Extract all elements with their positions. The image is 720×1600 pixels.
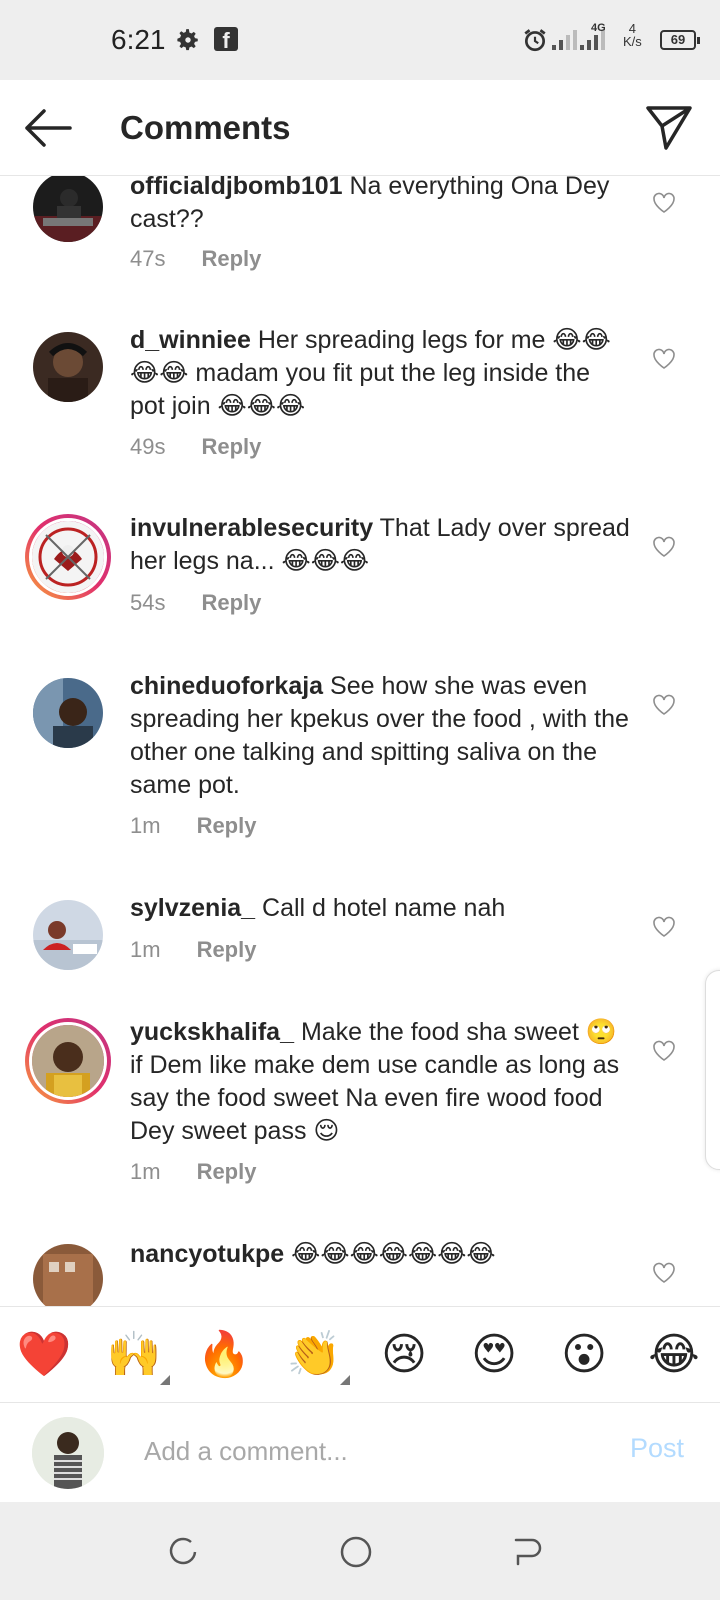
avatar-story-ring[interactable] [25, 1018, 111, 1104]
emoji-tears-of-joy[interactable]: 😂 [646, 1327, 702, 1383]
network-type: 4G [591, 22, 606, 34]
emoji-heart-eyes[interactable]: 😍 [466, 1327, 522, 1383]
comment-text: nancyotukpe 😂😂😂😂😂😂😂 [130, 1238, 630, 1271]
avatar-story-ring[interactable] [25, 514, 111, 600]
reply-button[interactable]: Reply [201, 434, 261, 460]
emoji-glyph: 🙌 [106, 1330, 162, 1379]
back-arrow-icon[interactable] [22, 106, 72, 150]
comment-input[interactable] [144, 1427, 594, 1475]
comment-meta: 47s Reply [130, 246, 261, 272]
send-direct-icon[interactable] [644, 102, 694, 152]
emoji-glyph: 👏 [286, 1330, 342, 1379]
comment-username[interactable]: chineduoforkaja [130, 672, 323, 700]
comment-time: 49s [130, 434, 166, 459]
comment-text: invulnerablesecurity That Lady over spre… [130, 512, 630, 578]
signal-strength-icon [552, 30, 577, 50]
avatar[interactable] [33, 1244, 103, 1306]
comment-meta: 49s Reply [130, 434, 261, 460]
emoji-raising-hands[interactable]: 🙌 [106, 1327, 170, 1385]
emoji-crying-face[interactable]: 😢 [376, 1327, 432, 1383]
comment-username[interactable]: yuckskhalifa_ [130, 1018, 294, 1046]
emoji-surprised-face[interactable]: 😮 [556, 1327, 612, 1383]
edge-panel-handle[interactable] [705, 970, 720, 1170]
comment-text: sylvzenia_ Call d hotel name nah [130, 892, 630, 925]
current-user-avatar [32, 1417, 104, 1489]
recent-apps-icon[interactable] [165, 1534, 201, 1570]
comment-time: 1m [130, 813, 161, 838]
comment-username[interactable]: d_winniee [130, 326, 251, 354]
avatar[interactable] [33, 332, 103, 402]
like-heart-icon[interactable] [652, 348, 676, 370]
like-heart-icon[interactable] [652, 916, 676, 938]
comment-text: chineduoforkaja See how she was even spr… [130, 670, 630, 802]
status-time: 6:21 [111, 24, 166, 55]
comment-username[interactable]: invulnerablesecurity [130, 514, 373, 542]
comment-username[interactable]: officialdjbomb101 [130, 176, 343, 200]
emoji-quick-bar: ❤️ 🙌 🔥 👏 😢 😍 😮 😂 [0, 1306, 720, 1402]
comment-meta: 1m Reply [130, 1159, 256, 1185]
comments-list: officialdjbomb101 Na everything Ona Dey … [0, 176, 720, 1306]
like-heart-icon[interactable] [652, 694, 676, 716]
facebook-icon: f [214, 27, 238, 51]
comments-header: Comments [0, 80, 720, 176]
add-comment-bar: Post [0, 1402, 720, 1502]
post-button[interactable]: Post [630, 1433, 684, 1464]
emoji-fire[interactable]: 🔥 [196, 1327, 252, 1383]
comment-meta: 54s Reply [130, 590, 261, 616]
comment-text: officialdjbomb101 Na everything Ona Dey … [130, 176, 630, 236]
back-nav-icon[interactable] [510, 1534, 546, 1570]
settings-gear-icon [177, 29, 198, 51]
avatar[interactable] [33, 678, 103, 748]
comment-time: 1m [130, 937, 161, 962]
skin-tone-indicator [340, 1375, 350, 1385]
like-heart-icon[interactable] [652, 536, 676, 558]
comment-text: d_winniee Her spreading legs for me 😂😂😂😂… [130, 324, 630, 423]
comment-meta: 1m Reply [130, 937, 256, 963]
avatar[interactable] [33, 900, 103, 970]
status-bar: 6:21 f 4G 4 K/s 69 [0, 0, 720, 80]
reply-button[interactable]: Reply [201, 590, 261, 616]
system-nav-bar [0, 1502, 720, 1600]
home-icon[interactable] [338, 1534, 374, 1570]
comment-username[interactable]: nancyotukpe [130, 1240, 284, 1268]
skin-tone-indicator [160, 1375, 170, 1385]
comment-body: Call d hotel name nah [262, 894, 506, 922]
comment-username[interactable]: sylvzenia_ [130, 894, 255, 922]
battery-icon: 69 [660, 30, 700, 50]
page-title: Comments [120, 109, 291, 146]
emoji-clapping-hands[interactable]: 👏 [286, 1327, 350, 1385]
reply-button[interactable]: Reply [201, 246, 261, 272]
like-heart-icon[interactable] [652, 192, 676, 214]
comment-time: 47s [130, 246, 166, 271]
like-heart-icon[interactable] [652, 1262, 676, 1284]
comment-meta: 1m Reply [130, 813, 256, 839]
like-heart-icon[interactable] [652, 1040, 676, 1062]
reply-button[interactable]: Reply [197, 813, 257, 839]
reply-button[interactable]: Reply [197, 937, 257, 963]
avatar[interactable] [33, 176, 103, 242]
comment-time: 1m [130, 1159, 161, 1184]
comment-time: 54s [130, 590, 166, 615]
alarm-clock-icon [524, 29, 546, 52]
reply-button[interactable]: Reply [197, 1159, 257, 1185]
comment-body: 😂😂😂😂😂😂😂 [291, 1240, 496, 1268]
emoji-red-heart[interactable]: ❤️ [16, 1327, 72, 1383]
comment-text: yuckskhalifa_ Make the food sha sweet 🙄 … [130, 1016, 630, 1148]
network-speed: 4 K/s [623, 21, 642, 49]
